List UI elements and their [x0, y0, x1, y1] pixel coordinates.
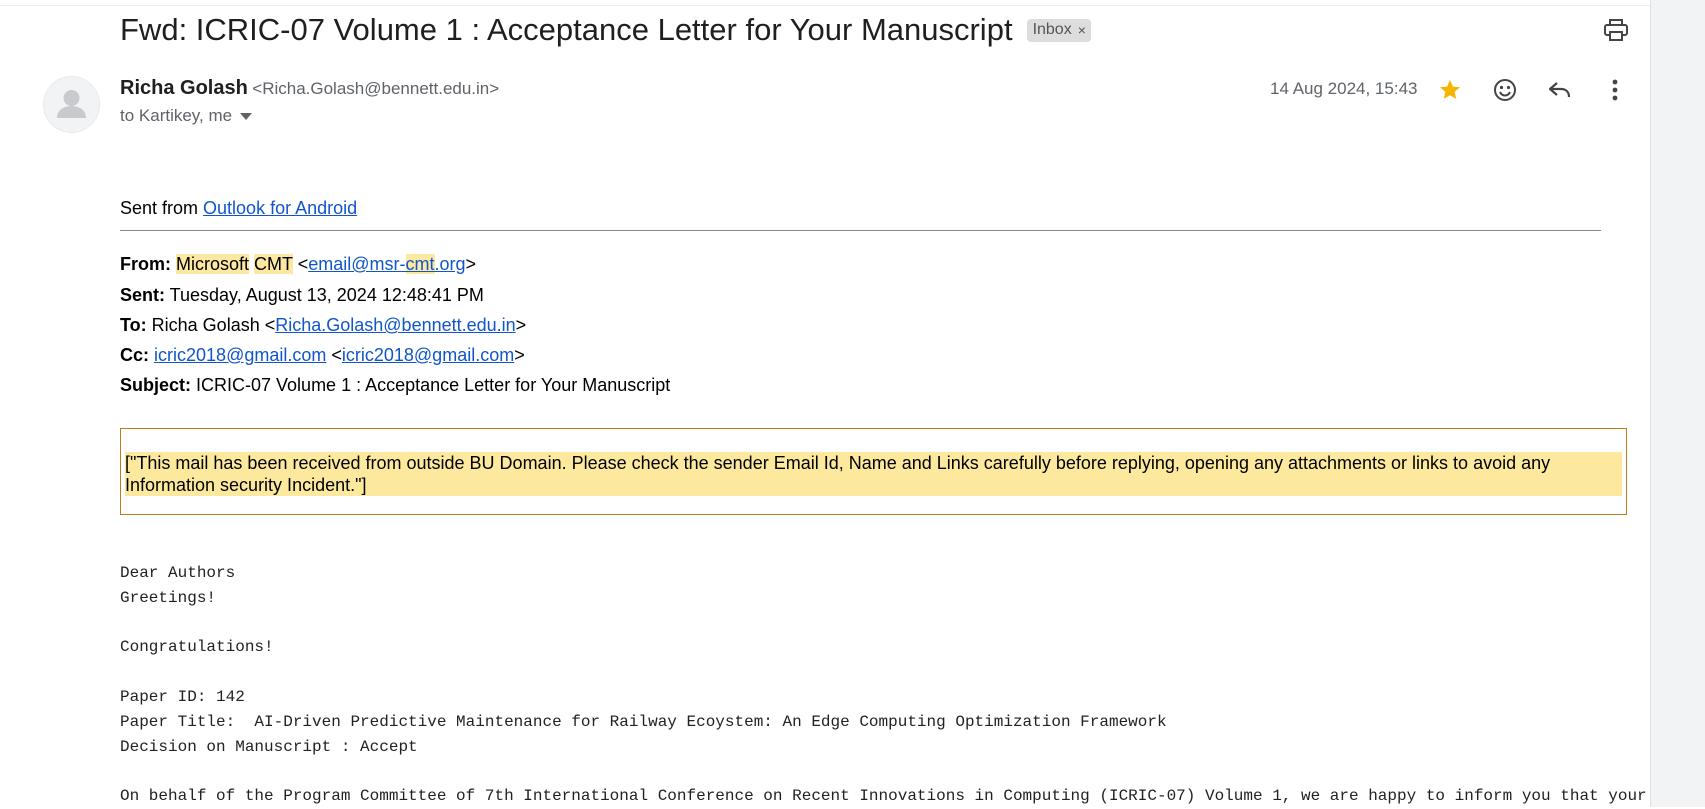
to-label: To: — [120, 315, 147, 335]
subject-label: Subject: — [120, 375, 192, 395]
chevron-down-icon — [240, 112, 253, 120]
forward-cc-line: Cc: icric2018@gmail.com <icric2018@gmail… — [120, 345, 525, 366]
emoji-icon — [1494, 79, 1516, 101]
sender-name[interactable]: Richa Golash — [120, 77, 248, 99]
from-bracket: < — [292, 254, 309, 274]
divider — [120, 230, 1601, 231]
cc-bracket-close: > — [514, 345, 525, 365]
top-divider — [0, 0, 1650, 6]
subject-row: Fwd: ICRIC-07 Volume 1 : Acceptance Lett… — [120, 8, 1091, 52]
message-body: Dear Authors Greetings! Congratulations!… — [120, 564, 1647, 806]
label-chip-text: Inbox — [1032, 20, 1072, 38]
sender-line: Richa Golash <Richa.Golash@bennett.edu.i… — [120, 77, 499, 100]
forward-subject-line: Subject: ICRIC-07 Volume 1 : Acceptance … — [120, 375, 670, 396]
from-bracket-close: > — [465, 254, 477, 274]
sent-from-line: Sent from Outlook for Android — [120, 198, 357, 219]
recipients-text: to Kartikey, me — [120, 106, 233, 125]
subject-value: ICRIC-07 Volume 1 : Acceptance Letter fo… — [191, 375, 671, 395]
reply-button[interactable] — [1542, 74, 1578, 106]
warning-text: ["This mail has been received from outsi… — [125, 452, 1622, 496]
to-email-link[interactable]: Richa.Golash@bennett.edu.in — [275, 315, 515, 335]
star-icon — [1440, 80, 1460, 99]
cc-email-link-2[interactable]: icric2018@gmail.com — [342, 345, 514, 365]
cc-label: Cc: — [120, 345, 150, 365]
more-vert-icon — [1612, 79, 1618, 101]
person-icon — [57, 90, 86, 118]
forward-sent-line: Sent: Tuesday, August 13, 2024 12:48:41 … — [120, 285, 484, 306]
from-name-word1: Microsoft — [176, 254, 250, 274]
from-email-link[interactable]: email@msr-cmt.org — [308, 254, 466, 274]
print-icon — [1604, 19, 1628, 41]
more-options-button[interactable] — [1597, 74, 1633, 106]
recipients-toggle[interactable]: to Kartikey, me — [120, 106, 253, 126]
cc-bracket: < — [326, 345, 342, 365]
remove-label-button[interactable]: × — [1078, 22, 1086, 38]
sender-avatar[interactable] — [43, 76, 100, 133]
star-button[interactable] — [1432, 74, 1468, 106]
sent-value: Tuesday, August 13, 2024 12:48:41 PM — [165, 285, 484, 305]
cc-email-link[interactable]: icric2018@gmail.com — [154, 345, 326, 365]
inbox-label-chip[interactable]: Inbox × — [1026, 18, 1091, 42]
email-date: 14 Aug 2024, 15:43 — [1270, 79, 1418, 98]
forward-to-line: To: Richa Golash <Richa.Golash@bennett.e… — [120, 315, 526, 336]
sender-email: <Richa.Golash@bennett.edu.in> — [252, 79, 500, 98]
print-button[interactable] — [1602, 16, 1630, 44]
reply-icon — [1548, 82, 1571, 98]
sent-label: Sent: — [120, 285, 165, 305]
forward-from-line: From: Microsoft CMT <email@msr-cmt.org> — [120, 254, 476, 275]
from-name-word2: CMT — [254, 254, 293, 274]
external-mail-warning: ["This mail has been received from outsi… — [120, 428, 1627, 515]
to-name: Richa Golash < — [146, 315, 276, 335]
from-label: From: — [120, 254, 171, 274]
outlook-android-link[interactable]: Outlook for Android — [203, 198, 357, 218]
side-panel-rail[interactable] — [1650, 0, 1705, 807]
to-bracket-close: > — [515, 315, 527, 335]
react-emoji-button[interactable] — [1487, 74, 1523, 106]
sent-from-prefix: Sent from — [120, 198, 204, 218]
email-subject: Fwd: ICRIC-07 Volume 1 : Acceptance Lett… — [120, 12, 1013, 47]
